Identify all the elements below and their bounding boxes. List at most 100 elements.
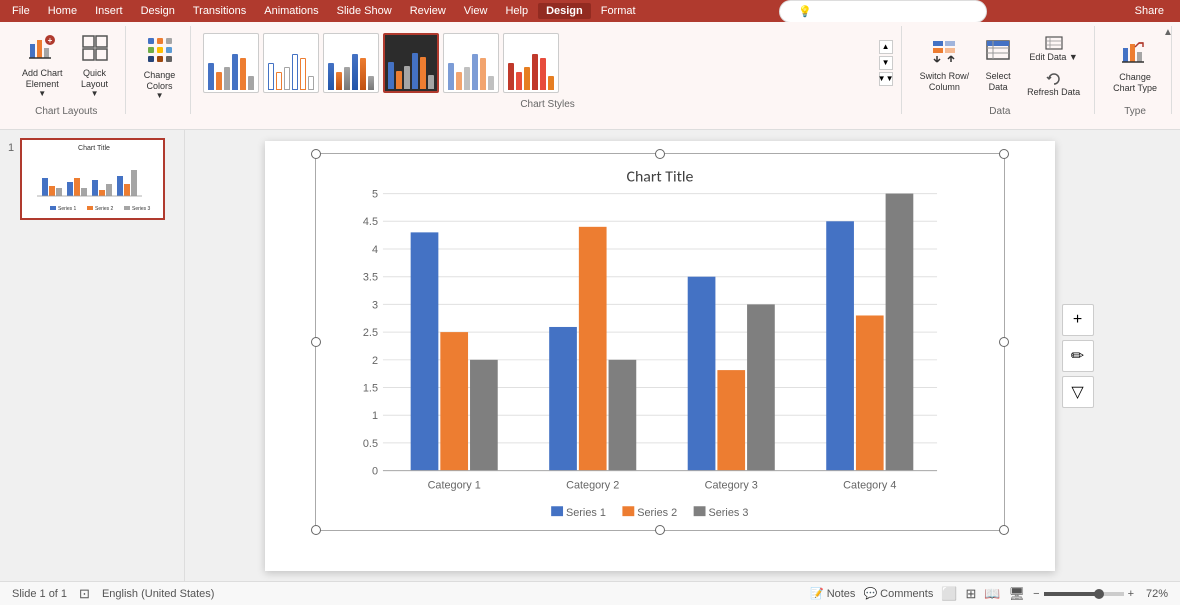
menu-design-contextual[interactable]: Design (538, 3, 591, 19)
chart-style-6[interactable] (503, 33, 559, 93)
select-data-label: SelectData (986, 71, 1011, 93)
svg-text:+: + (48, 36, 53, 45)
handle-top-left[interactable] (311, 149, 321, 159)
svg-text:Category 3: Category 3 (705, 479, 758, 491)
notes-label: Notes (827, 588, 856, 600)
slides-panel: 1 Chart Title (0, 130, 185, 581)
comments-button[interactable]: 💬 Comments (863, 587, 933, 600)
zoom-in-button[interactable]: + (1128, 588, 1134, 600)
chart-title: Chart Title (627, 167, 694, 186)
add-chart-element-button[interactable]: + Add ChartElement ▼ (16, 30, 69, 102)
select-data-icon (985, 39, 1011, 69)
change-colors-label: ChangeColors (144, 70, 176, 92)
scroll-more-arrow[interactable]: ▼▼ (879, 72, 893, 86)
normal-view-button[interactable]: ⬜ (941, 586, 957, 602)
presenter-view-button[interactable]: 🖥 (1009, 586, 1026, 602)
switch-row-column-label: Switch Row/Column (920, 71, 970, 93)
svg-text:Category 4: Category 4 (843, 479, 896, 491)
handle-middle-left[interactable] (311, 337, 321, 347)
tell-me-input[interactable]: 💡 Tell me what you want to do (779, 0, 986, 23)
handle-top-right[interactable] (999, 149, 1009, 159)
svg-text:0: 0 (372, 465, 378, 477)
data-group: Switch Row/Column SelectData (906, 26, 1096, 114)
edit-data-button[interactable]: Edit Data ▼ (1021, 32, 1086, 65)
zoom-fill (1044, 592, 1096, 596)
svg-text:Series 2: Series 2 (95, 206, 114, 212)
language: English (United States) (102, 588, 215, 600)
change-colors-button[interactable]: ChangeColors ▼ (138, 32, 182, 104)
chart-styles-scroll: ▲ ▼ ▼▼ (879, 40, 893, 86)
svg-text:Category 2: Category 2 (566, 479, 619, 491)
menu-view[interactable]: View (456, 3, 496, 19)
menu-transitions[interactable]: Transitions (185, 3, 254, 19)
filter-tool-button[interactable]: ▽ (1062, 376, 1094, 408)
slide-number: 1 (8, 142, 14, 154)
slide-thumbnail[interactable]: Chart Title (20, 138, 165, 220)
main-area: 1 Chart Title (0, 130, 1180, 581)
svg-text:Series 3: Series 3 (708, 507, 748, 519)
menu-format-contextual[interactable]: Format (593, 3, 644, 19)
scroll-up-arrow[interactable]: ▲ (879, 40, 893, 54)
chart-style-1[interactable] (203, 33, 259, 93)
tell-me-text: Tell me what you want to do (824, 3, 976, 19)
svg-text:5: 5 (372, 188, 378, 200)
reading-view-button[interactable]: 📖 (984, 586, 1000, 602)
chart-style-2[interactable] (263, 33, 319, 93)
quick-layout-button[interactable]: QuickLayout ▼ (73, 30, 117, 102)
svg-text:4: 4 (372, 243, 378, 255)
fit-to-window-icon[interactable]: ⊡ (79, 586, 90, 602)
chart-style-5[interactable] (443, 33, 499, 93)
add-chart-element-label: Add ChartElement (22, 68, 63, 90)
zoom-thumb (1094, 589, 1104, 599)
comments-icon: 💬 (863, 587, 877, 600)
add-element-tool-button[interactable]: + (1062, 304, 1094, 336)
menu-help[interactable]: Help (497, 3, 536, 19)
svg-text:3: 3 (372, 299, 378, 311)
collapse-ribbon-button[interactable]: ▲ (1160, 24, 1176, 40)
switch-row-column-icon (931, 39, 957, 69)
zoom-level[interactable]: 72% (1138, 588, 1168, 600)
chart-styles-label: Chart Styles (520, 95, 574, 110)
svg-text:0.5: 0.5 (363, 437, 378, 449)
svg-text:2.5: 2.5 (363, 327, 378, 339)
chart-style-4[interactable] (383, 33, 439, 93)
change-chart-type-label: ChangeChart Type (1113, 72, 1157, 94)
change-colors-icon (146, 36, 174, 68)
notes-icon: 📝 (810, 587, 824, 600)
chart-layouts-group: + Add ChartElement ▼ (8, 26, 126, 114)
filter-icon: ▽ (1071, 382, 1083, 402)
handle-bottom-left[interactable] (311, 525, 321, 535)
select-data-button[interactable]: SelectData (979, 30, 1017, 102)
svg-text:3.5: 3.5 (363, 271, 378, 283)
zoom-out-button[interactable]: − (1033, 588, 1039, 600)
ribbon: + Add ChartElement ▼ (0, 22, 1180, 130)
menu-insert[interactable]: Insert (87, 3, 131, 19)
type-label: Type (1124, 102, 1146, 117)
share-button[interactable]: Share (1123, 3, 1176, 19)
menu-animations[interactable]: Animations (256, 3, 326, 19)
handle-bottom-right[interactable] (999, 525, 1009, 535)
pen-icon: ✏ (1071, 346, 1084, 366)
handle-top-center[interactable] (655, 149, 665, 159)
handle-middle-right[interactable] (999, 337, 1009, 347)
menu-file[interactable]: File (4, 3, 38, 19)
chart-layouts-label: Chart Layouts (35, 102, 97, 117)
handle-bottom-center[interactable] (655, 525, 665, 535)
notes-button[interactable]: 📝 Notes (810, 587, 855, 600)
slide-canvas: Chart Title (265, 141, 1055, 571)
switch-row-column-button[interactable]: Switch Row/Column (914, 30, 976, 102)
menu-home[interactable]: Home (40, 3, 85, 19)
add-chart-element-icon: + (28, 34, 56, 66)
scroll-down-arrow[interactable]: ▼ (879, 56, 893, 70)
change-chart-type-button[interactable]: ChangeChart Type (1107, 30, 1163, 102)
chart-style-3[interactable] (323, 33, 379, 93)
design-tool-button[interactable]: ✏ (1062, 340, 1094, 372)
slide-sorter-button[interactable]: ⊞ (966, 586, 977, 602)
menu-design[interactable]: Design (133, 3, 183, 19)
svg-text:Category 1: Category 1 (428, 479, 481, 491)
menu-slideshow[interactable]: Slide Show (329, 3, 400, 19)
zoom-slider[interactable] (1044, 592, 1124, 596)
menu-review[interactable]: Review (402, 3, 454, 19)
chart-styles-area (203, 33, 875, 93)
refresh-data-button[interactable]: Refresh Data (1021, 67, 1086, 100)
